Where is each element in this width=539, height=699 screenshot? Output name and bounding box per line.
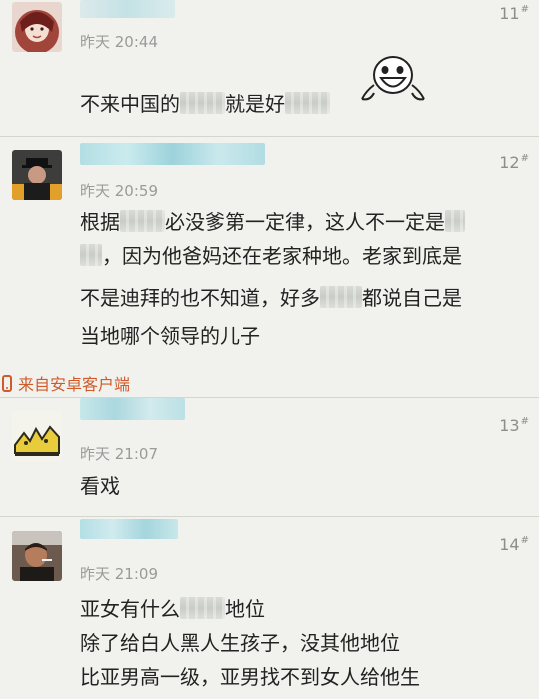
username-blurred[interactable] xyxy=(80,0,175,18)
comment-post-13: 13# 昨天 21:07 看戏 xyxy=(0,398,539,513)
comment-text-segment: 就是好 xyxy=(225,92,285,116)
floor-number: 12# xyxy=(499,153,529,172)
phone-icon xyxy=(2,374,12,392)
username-blurred[interactable] xyxy=(80,519,178,539)
comment-post-14: 14# 昨天 21:09 亚女有什么 地位 除了给白人黑人生孩子，没其他地位 比亚… xyxy=(0,517,539,699)
censored-mosaic xyxy=(180,597,225,619)
censored-mosaic xyxy=(285,92,330,114)
username-blurred[interactable] xyxy=(80,143,265,165)
avatar[interactable] xyxy=(12,531,62,581)
floor-number-value: 11 xyxy=(499,4,520,23)
comment-text-segment: ，因为他爸妈还在老家种地。老家到底是 xyxy=(102,244,462,268)
post-time: 昨天 21:07 xyxy=(80,445,158,463)
floor-mark: # xyxy=(520,416,529,427)
censored-mosaic xyxy=(180,92,225,114)
laughing-face-icon xyxy=(360,55,426,111)
comment-text: 当地哪个领导的儿子 xyxy=(80,319,260,353)
comment-thread: 11# 昨天 20:44 不来中国的 就是好 12# 昨天 20:59 根据 必… xyxy=(0,0,539,699)
censored-mosaic xyxy=(320,286,362,308)
floor-mark: # xyxy=(520,153,529,164)
comment-text: 看戏 xyxy=(80,469,120,503)
floor-mark: # xyxy=(520,535,529,546)
censored-mosaic xyxy=(445,210,465,232)
comment-text-segment: 必没爹第一定律，这人不一定是 xyxy=(165,210,445,234)
comment-text: 不来中国的 就是好 xyxy=(80,87,330,121)
avatar-image xyxy=(12,150,62,200)
floor-number-value: 14 xyxy=(499,535,520,554)
floor-number: 14# xyxy=(499,535,529,554)
comment-text: 比亚男高一级，亚男找不到女人给他生 xyxy=(80,660,420,694)
comment-post-12: 12# 昨天 20:59 根据 必没爹第一定律，这人不一定是 ，因为他爸妈还在老家… xyxy=(0,137,539,367)
comment-text-segment: 比亚男高一级，亚男找不到女人给他生 xyxy=(80,665,420,689)
floor-number-value: 12 xyxy=(499,153,520,172)
censored-mosaic xyxy=(120,210,165,232)
comment-text: 亚女有什么 地位 xyxy=(80,592,265,626)
comment-text: ，因为他爸妈还在老家种地。老家到底是 xyxy=(80,239,462,273)
post-time: 昨天 20:44 xyxy=(80,33,158,51)
floor-number-value: 13 xyxy=(499,416,520,435)
comment-text-segment: 看戏 xyxy=(80,474,120,498)
avatar[interactable] xyxy=(12,2,62,52)
avatar[interactable] xyxy=(12,150,62,200)
avatar-image xyxy=(12,2,62,52)
client-source-tag: 来自安卓客户端 xyxy=(0,370,130,396)
comment-text-segment: 不来中国的 xyxy=(80,92,180,116)
avatar[interactable] xyxy=(12,411,62,461)
comment-text: 根据 必没爹第一定律，这人不一定是 xyxy=(80,205,465,239)
comment-text-segment: 不是迪拜的也不知道，好多 xyxy=(80,286,320,310)
client-source-label: 来自安卓客户端 xyxy=(18,375,131,394)
comment-text-segment: 除了给白人黑人生孩子，没其他地位 xyxy=(80,631,400,655)
avatar-image xyxy=(12,531,62,581)
post-time: 昨天 20:59 xyxy=(80,182,158,200)
comment-text-segment: 根据 xyxy=(80,210,120,234)
comment-text-segment: 亚女有什么 xyxy=(80,597,180,621)
comment-text: 不是迪拜的也不知道，好多 都说自己是 xyxy=(80,281,462,315)
comment-text-segment: 当地哪个领导的儿子 xyxy=(80,324,260,348)
floor-number: 11# xyxy=(499,4,529,23)
post-time: 昨天 21:09 xyxy=(80,565,158,583)
floor-number: 13# xyxy=(499,416,529,435)
comment-text: 除了给白人黑人生孩子，没其他地位 xyxy=(80,626,400,660)
censored-mosaic xyxy=(80,244,102,266)
floor-mark: # xyxy=(520,4,529,15)
avatar-image xyxy=(12,411,62,461)
comment-text-segment: 都说自己是 xyxy=(362,286,462,310)
comment-text-segment: 地位 xyxy=(225,597,265,621)
username-blurred[interactable] xyxy=(80,398,185,420)
comment-post-11: 11# 昨天 20:44 不来中国的 就是好 xyxy=(0,0,539,130)
